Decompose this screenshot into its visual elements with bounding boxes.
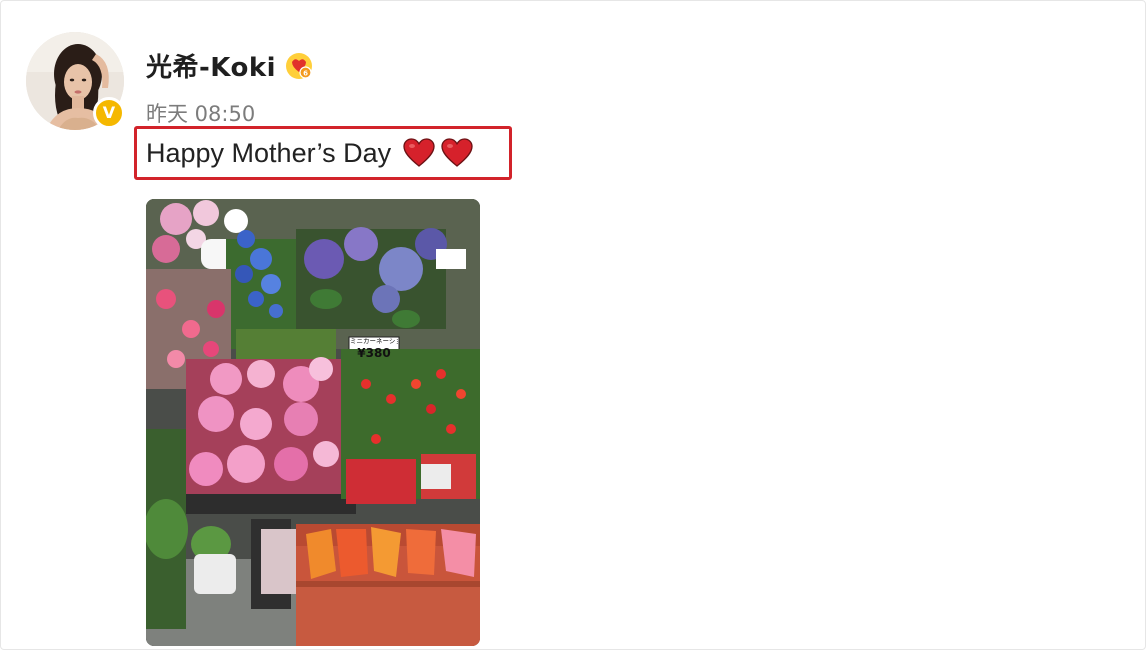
flower-shop-photo [146,199,480,646]
svg-text:6: 6 [303,69,308,77]
post-timestamp[interactable]: 昨天 08:50 [146,98,255,128]
author-name-row: 光希-Koki 6 [146,47,314,84]
vip-member-icon[interactable]: 6 [284,51,314,81]
author-avatar[interactable]: V [26,32,125,130]
price-tag-label-wrap: ミニカーネーション ¥380 [350,338,398,368]
red-heart-emoji-icon [403,138,435,167]
post-text: Happy Mother’s Day [146,137,392,168]
post-text-highlight: Happy Mother’s Day [134,126,512,180]
post-card: V 光希-Koki 6 昨天 08:50 Happy Mother’s Day [0,0,1146,650]
red-heart-emoji-icon [441,138,473,167]
author-name[interactable]: 光希-Koki [146,47,276,84]
post-image[interactable]: ミニカーネーション ¥380 [146,199,480,646]
price-tag-label: ミニカーネーション [350,338,398,345]
verified-v-badge-icon: V [93,97,125,129]
price-tag-value: ¥380 [357,345,391,360]
